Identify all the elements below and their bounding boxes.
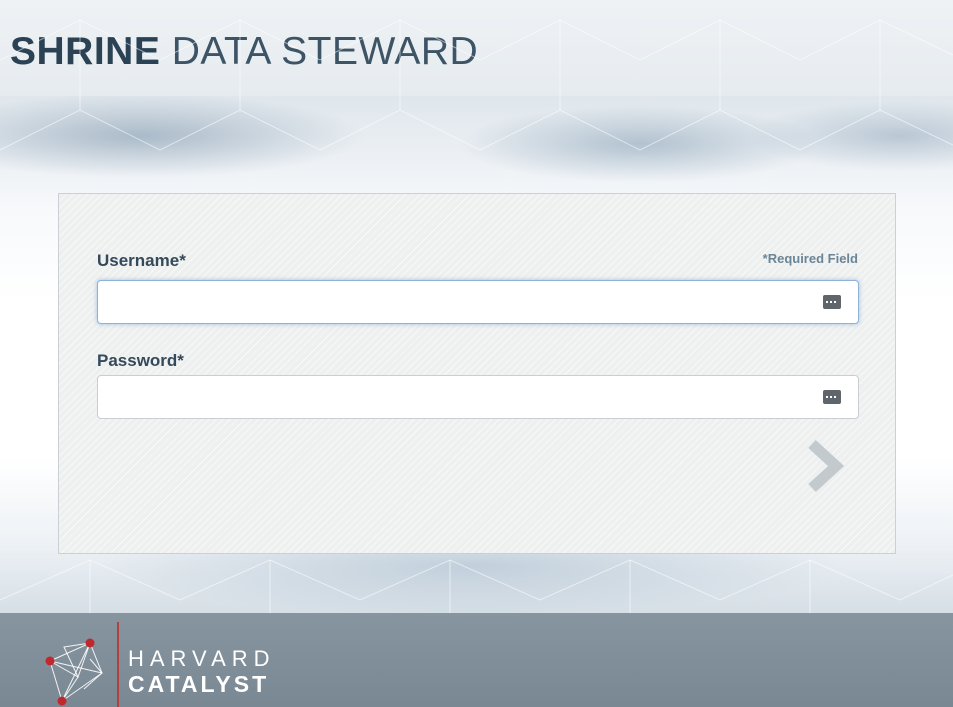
login-panel: Username* *Required Field Password* <box>58 193 896 554</box>
password-field[interactable] <box>97 375 859 419</box>
password-manager-key-icon[interactable] <box>823 390 841 404</box>
app-title-light: DATA STEWARD <box>171 30 479 73</box>
app-title-strong: SHRINE <box>10 30 161 73</box>
username-input[interactable] <box>98 281 858 323</box>
footer: HARVARD CATALYST <box>0 613 953 707</box>
username-label: Username* <box>97 251 186 270</box>
password-manager-key-icon[interactable] <box>823 295 841 309</box>
harvard-catalyst-logo-mark <box>45 638 103 706</box>
chevron-right-icon[interactable] <box>804 438 844 494</box>
password-label: Password* <box>97 351 184 370</box>
required-field-note: *Required Field <box>762 251 858 266</box>
login-page: SHRINE DATA STEWARD Username* *Required … <box>0 0 953 707</box>
password-input[interactable] <box>98 376 858 418</box>
app-header: SHRINE DATA STEWARD <box>0 0 953 96</box>
username-field[interactable] <box>97 280 859 324</box>
logo-text-catalyst: CATALYST <box>128 671 270 697</box>
app-title: SHRINE DATA STEWARD <box>10 32 478 72</box>
logo-text-harvard: HARVARD <box>128 646 276 671</box>
logo-divider <box>117 622 119 707</box>
